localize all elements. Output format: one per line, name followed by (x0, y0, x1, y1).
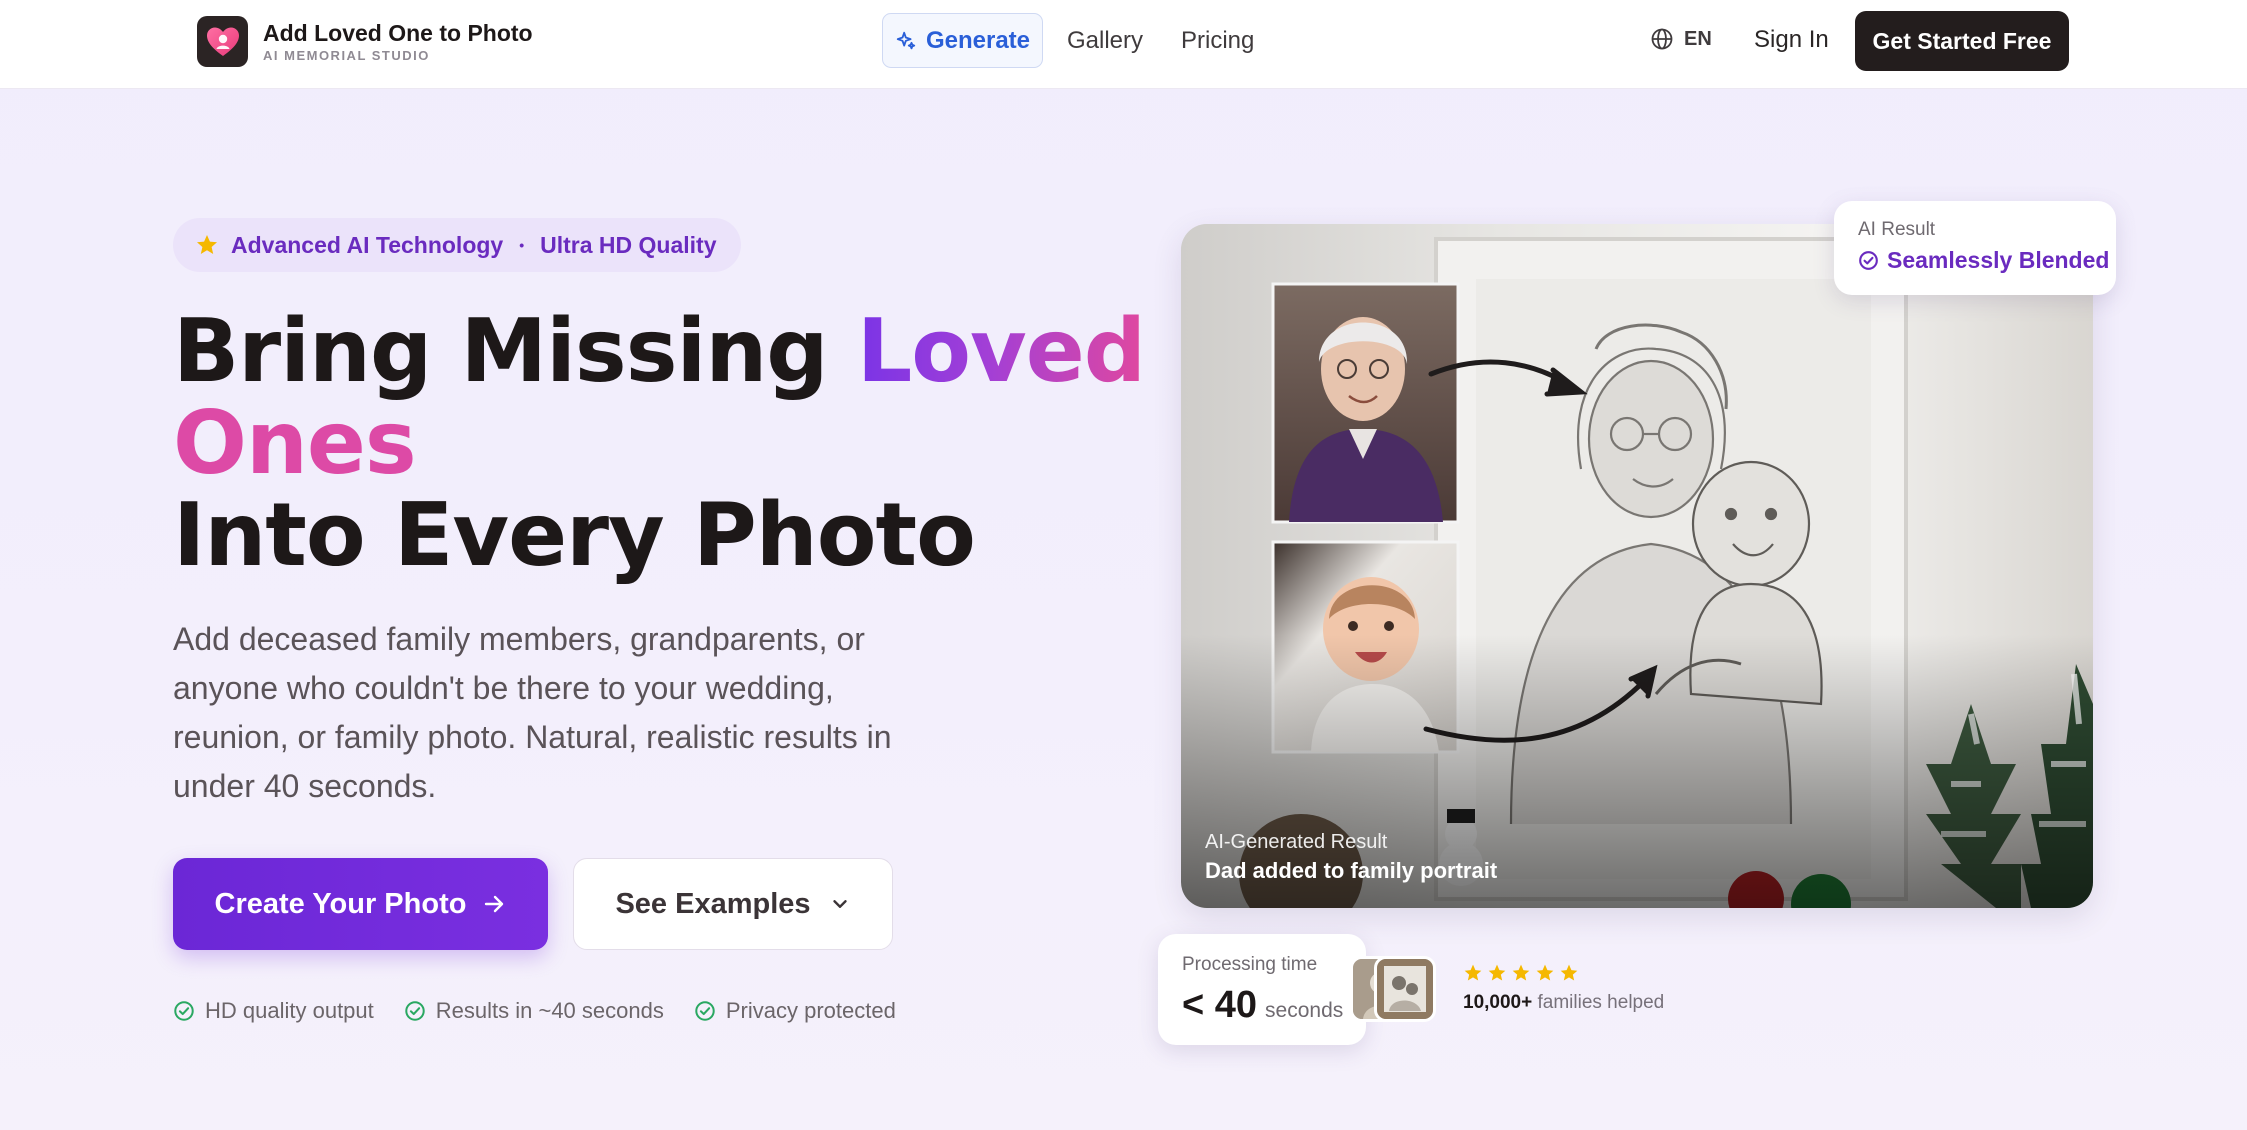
star-icon (1512, 964, 1530, 981)
brand-subtitle: AI MEMORIAL STUDIO (263, 48, 430, 63)
hero-description: Add deceased family members, grandparent… (173, 621, 892, 804)
feature-item: HD quality output (173, 998, 374, 1024)
star-icon (1536, 964, 1554, 981)
processing-unit: seconds (1265, 999, 1344, 1022)
rating-stars (1463, 963, 1579, 983)
nav-gallery-link[interactable]: Gallery (1067, 27, 1143, 55)
star-icon (197, 235, 217, 254)
check-circle-icon (695, 1001, 715, 1021)
check-circle-icon (1859, 251, 1878, 270)
feature-privacy: Privacy protected (725, 998, 896, 1023)
star-icon (1488, 964, 1506, 981)
hero-headline: Bring Missing Loved Ones Into Every Phot… (173, 305, 1146, 586)
star-icon (1560, 964, 1578, 981)
feature-speed: Results in ~40 seconds (435, 998, 664, 1023)
feature-item: Privacy protected (694, 998, 896, 1024)
thumbnail-2 (1374, 956, 1436, 1022)
create-photo-button[interactable]: Create Your Photo (173, 858, 548, 950)
feature-badge: Advanced AI Technology • Ultra HD Qualit… (173, 218, 741, 272)
processing-value-row: < 40 seconds (1182, 984, 1366, 1027)
badge-quality: Ultra HD Quality (540, 231, 717, 258)
see-examples-label: See Examples (615, 887, 811, 920)
headline-highlight-loved: Loved (856, 300, 1146, 402)
processing-value: < 40 (1182, 984, 1258, 1026)
create-photo-label: Create Your Photo (214, 887, 467, 920)
nav-pricing-link[interactable]: Pricing (1181, 27, 1254, 55)
see-examples-button[interactable]: See Examples (573, 858, 893, 950)
families-helped: 10,000+ families helped (1463, 992, 1664, 1014)
image-caption-title: Dad added to family portrait (1205, 858, 1498, 883)
ai-result-text: Seamlessly Blended (1887, 247, 2110, 273)
arrow-right-icon (485, 895, 504, 913)
processing-label: Processing time (1182, 954, 1318, 975)
result-thumbnails (1350, 956, 1440, 1022)
ai-result-card: AI Result Seamlessly Blended (1834, 201, 2116, 295)
top-navigation-bar: Add Loved One to Photo AI MEMORIAL STUDI… (0, 0, 2247, 89)
check-circle-icon (405, 1001, 425, 1021)
image-caption-label: AI-Generated Result (1205, 831, 1388, 853)
brand-title[interactable]: Add Loved One to Photo (263, 20, 533, 47)
feature-hd-quality: HD quality output (205, 998, 374, 1023)
ai-result-label: AI Result (1858, 219, 1936, 240)
headline-part1: Bring Missing (173, 300, 857, 402)
badge-separator: • (519, 237, 525, 253)
globe-icon (1651, 28, 1673, 50)
processing-time-card: Processing time < 40 seconds (1158, 934, 1366, 1045)
ai-result-value: Seamlessly Blended (1858, 247, 2116, 274)
get-started-button[interactable]: Get Started Free (1855, 11, 2069, 71)
nav-generate-button[interactable]: Generate (882, 13, 1043, 68)
headline-highlight-ones: Ones (173, 392, 417, 494)
headline-line3: Into Every Photo (173, 484, 976, 586)
chevron-down-icon (832, 900, 847, 908)
brand-logo-icon[interactable] (197, 16, 248, 67)
nav-generate-label: Generate (925, 26, 1031, 54)
memorial-photo-illustration: AI-Generated Result Dad added to family … (1181, 224, 2093, 908)
sparkle-icon (896, 31, 916, 49)
feature-item: Results in ~40 seconds (404, 998, 664, 1024)
language-selector[interactable]: EN (1650, 27, 1712, 51)
feature-list: HD quality output Results in ~40 seconds… (173, 998, 896, 1024)
check-circle-icon (174, 1001, 194, 1021)
badge-technology: Advanced AI Technology (231, 231, 504, 258)
families-text: families helped (1532, 992, 1665, 1013)
families-count: 10,000+ (1463, 992, 1533, 1013)
sign-in-link[interactable]: Sign In (1754, 26, 1829, 54)
language-code: EN (1684, 27, 1712, 50)
star-icon (1464, 964, 1482, 981)
showcase-image: AI-Generated Result Dad added to family … (1181, 224, 2093, 908)
